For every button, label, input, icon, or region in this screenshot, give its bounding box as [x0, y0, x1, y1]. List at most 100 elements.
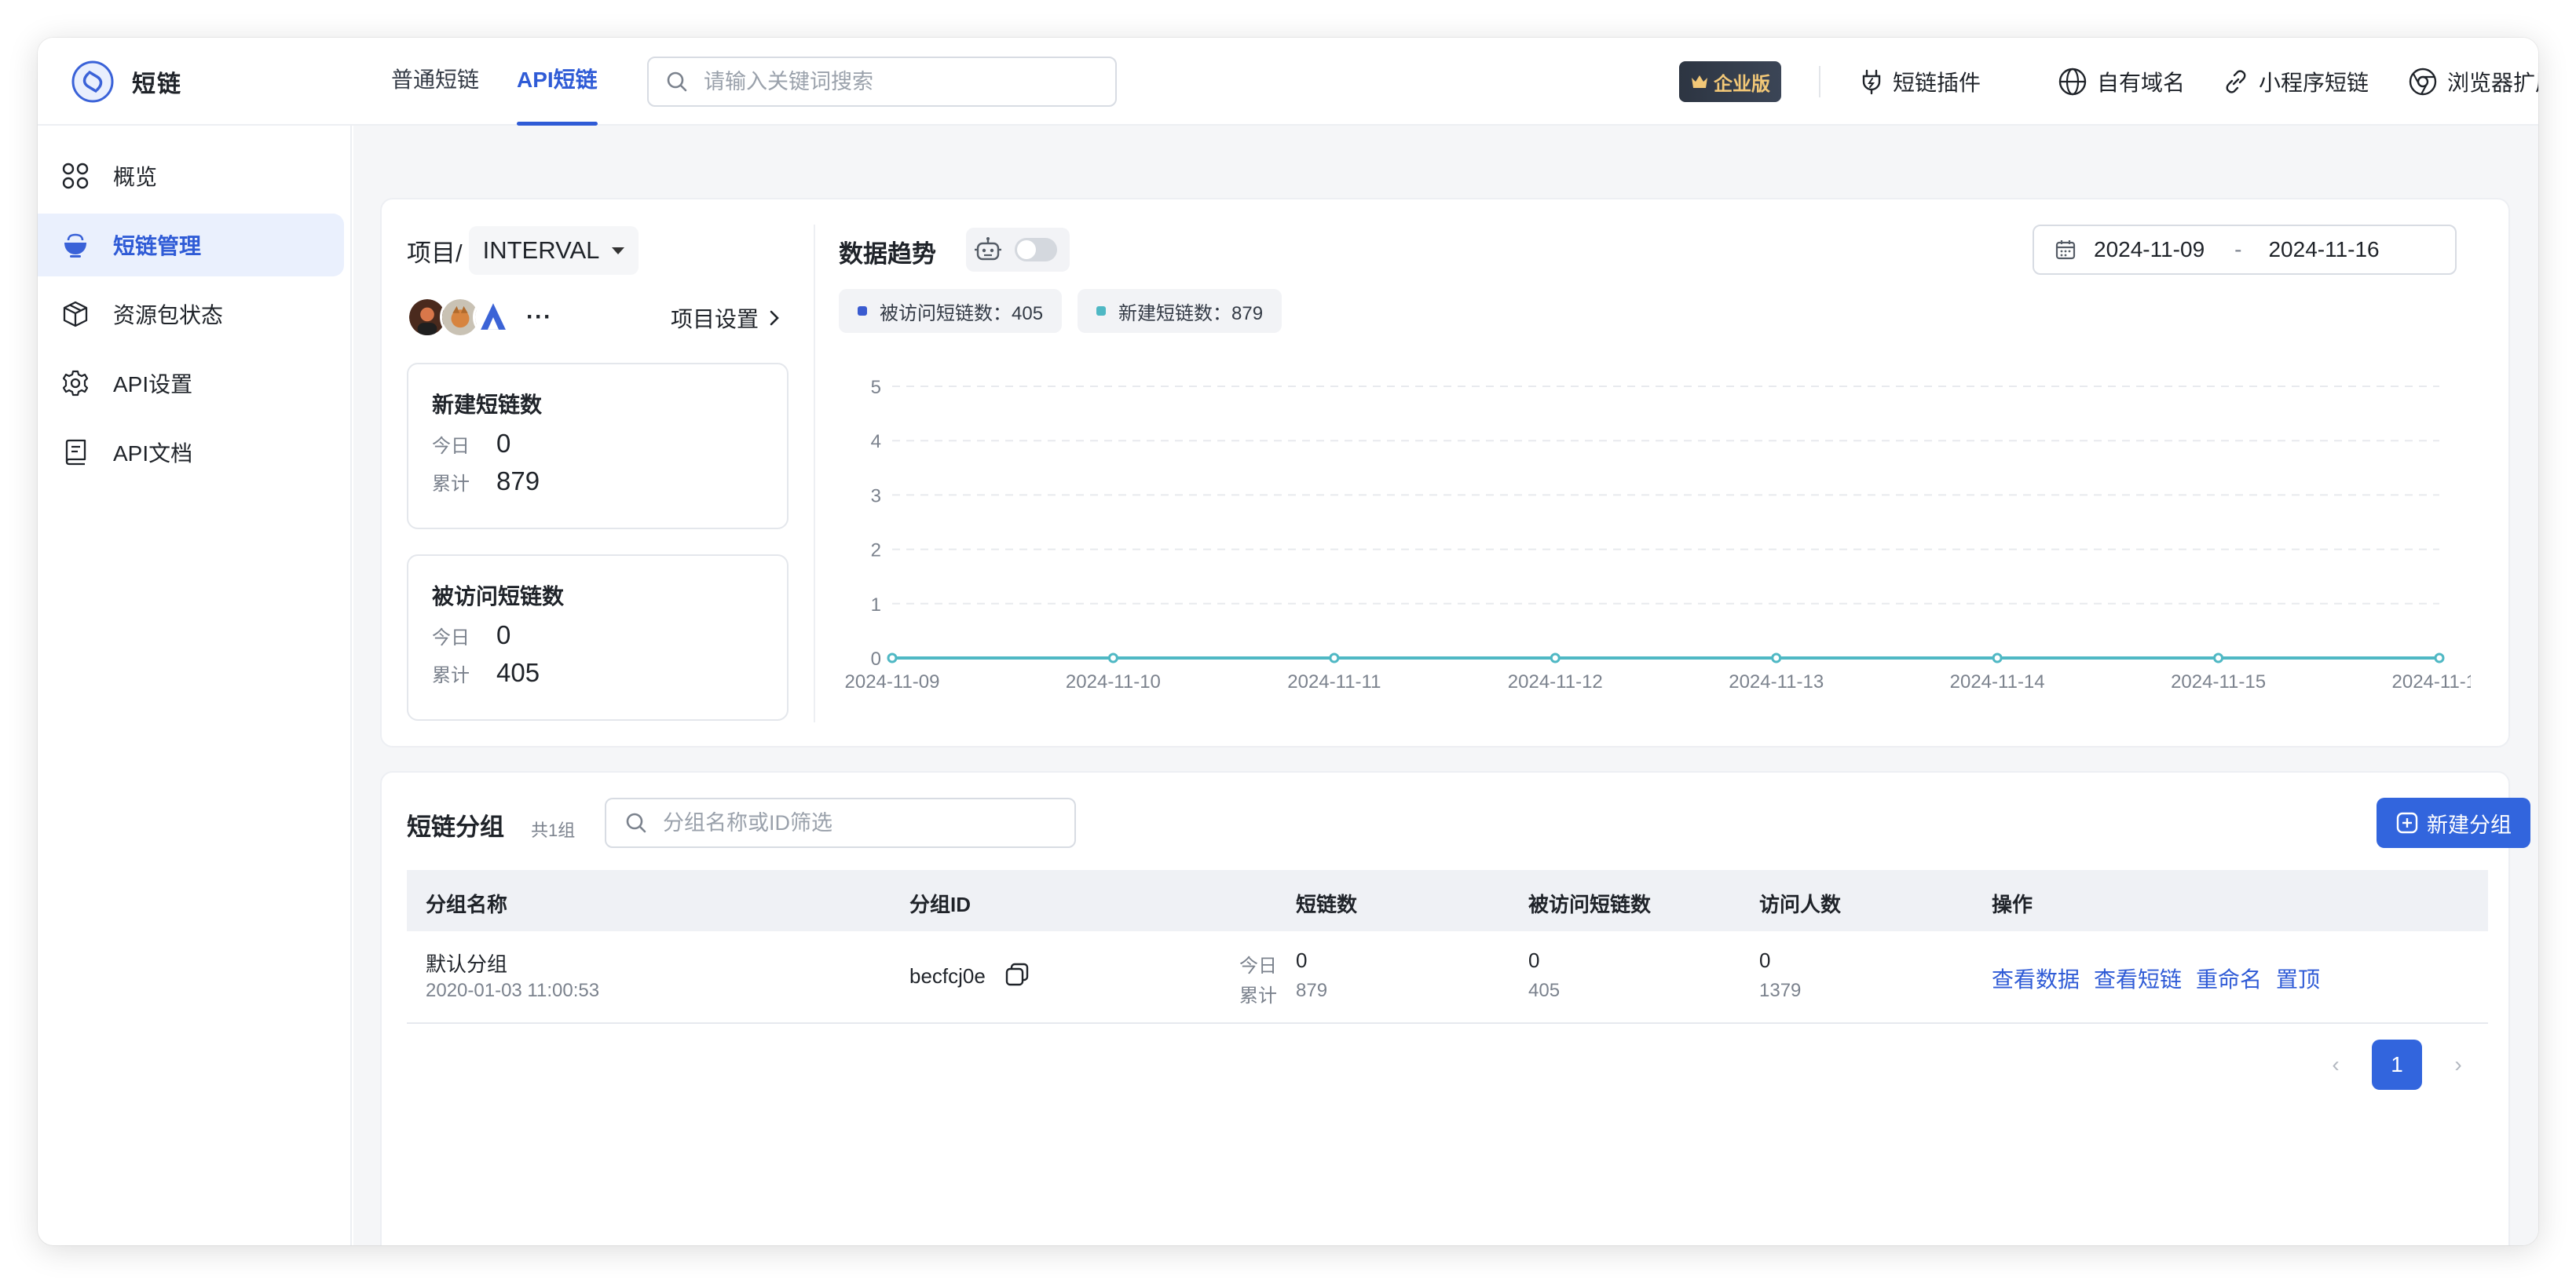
- link-plugin[interactable]: 短链插件: [1860, 60, 1981, 104]
- group-search-input[interactable]: [663, 810, 1023, 835]
- link-miniprogram[interactable]: 小程序短链: [2223, 60, 2369, 104]
- enterprise-badge[interactable]: 企业版: [1679, 61, 1781, 102]
- column-header: 被访问短链数: [1528, 893, 1652, 916]
- data-point: [2434, 652, 2445, 663]
- y-tick-label: 0: [871, 649, 881, 670]
- view-data-link[interactable]: 查看数据: [1992, 967, 2080, 992]
- pagination: ‹ 1 ›: [2311, 1040, 2483, 1090]
- stat-today-row: 今日 0: [432, 429, 510, 459]
- date-end[interactable]: 2024-11-16: [2268, 237, 2379, 262]
- brand-name: 短链: [132, 71, 182, 97]
- column-header: 短链数: [1296, 893, 1358, 916]
- stat-today-label: 今日: [432, 627, 470, 649]
- pin-top-link[interactable]: 置顶: [2276, 967, 2320, 992]
- visitors-today: 0: [1759, 949, 1771, 972]
- sidebar: 概览 短链管理 资源包状态 API设置 API文档: [38, 126, 352, 1245]
- sidebar-item-link-management[interactable]: 短链管理: [38, 214, 344, 276]
- header-divider: [1819, 66, 1820, 97]
- column-header: 访问人数: [1759, 893, 1842, 916]
- links-total: 879: [1296, 980, 1328, 1001]
- x-tick-label: 2024-11-10: [1066, 671, 1161, 693]
- ai-toggle[interactable]: [966, 228, 1070, 272]
- trend-line-chart: 0 1 2 3 4 5 2024-11-09 2024-11-10 2024-11-11 2024…: [845, 377, 2471, 693]
- today-label: 今日: [1239, 956, 1277, 977]
- group-id: becfcj0e: [909, 964, 986, 988]
- stat-today-label: 今日: [432, 436, 470, 457]
- brand-logo-icon: [71, 60, 114, 103]
- legend-swatch: [858, 306, 867, 316]
- sidebar-item-api-settings[interactable]: API设置: [38, 352, 344, 415]
- copy-icon[interactable]: [1004, 961, 1030, 988]
- column-header: 分组名称: [426, 893, 508, 916]
- project-prefix: 项目/: [407, 239, 463, 267]
- link-icon: [2226, 70, 2246, 93]
- table-row[interactable]: 默认分组 2020-01-03 11:00:53 becfcj0e 今日 累计 …: [407, 931, 2488, 1024]
- project-settings-link[interactable]: 项目设置: [671, 298, 781, 338]
- next-page-button[interactable]: ›: [2433, 1040, 2483, 1090]
- link-custom-domain[interactable]: 自有域名: [2058, 60, 2185, 104]
- member-avatars[interactable]: ···: [407, 295, 552, 339]
- search-input[interactable]: [704, 69, 1063, 94]
- legend-visited[interactable]: 被访问短链数：405: [839, 289, 1063, 333]
- crown-icon: [1692, 75, 1707, 88]
- new-group-label: 新建分组: [2427, 813, 2512, 837]
- brand[interactable]: 短链: [71, 57, 182, 107]
- legend-swatch: [1096, 306, 1106, 316]
- toggle-switch[interactable]: [1015, 238, 1057, 261]
- date-separator: -: [2234, 237, 2242, 261]
- visited-today: 0: [1528, 949, 1540, 972]
- visited-links-stat-card: 被访问短链数 今日 0 累计 405: [407, 554, 789, 721]
- sidebar-item-overview[interactable]: 概览: [38, 144, 344, 207]
- new-links-stat-card: 新建短链数 今日 0 累计 879: [407, 363, 789, 529]
- legend-new[interactable]: 新建短链数：879: [1078, 289, 1283, 333]
- date-start[interactable]: 2024-11-09: [2094, 237, 2205, 262]
- x-tick-label: 2024-11-11: [1287, 671, 1381, 693]
- search-icon: [667, 71, 687, 92]
- book-icon: [65, 439, 86, 466]
- x-tick-label: 2024-11-09: [845, 671, 940, 693]
- box-icon: [63, 301, 88, 327]
- global-search[interactable]: [647, 57, 1117, 107]
- y-tick-label: 2: [871, 540, 881, 561]
- group-created: 2020-01-03 11:00:53: [426, 980, 600, 1001]
- link-browser-extension-label: 浏览器扩展: [2447, 71, 2538, 95]
- more-members[interactable]: ···: [526, 304, 552, 331]
- group-search[interactable]: [605, 798, 1076, 848]
- data-point: [1550, 652, 1561, 663]
- calendar-icon: [2055, 240, 2076, 260]
- stat-total-value: 405: [496, 658, 540, 687]
- plus-square-icon: [2396, 812, 2418, 834]
- sidebar-item-api-docs[interactable]: API文档: [38, 421, 344, 484]
- enterprise-badge-label: 企业版: [1714, 73, 1770, 95]
- robot-icon: [975, 237, 1001, 261]
- tab-normal-links[interactable]: 普通短链: [391, 38, 479, 126]
- data-point: [1771, 652, 1782, 663]
- sidebar-item-resource-package[interactable]: 资源包状态: [38, 283, 344, 345]
- app-window: 短链 普通短链 API短链 企业版 短链插件: [38, 38, 2538, 1245]
- stat-total-label: 累计: [432, 473, 470, 495]
- sidebar-item-label: 概览: [113, 165, 158, 189]
- rename-link[interactable]: 重命名: [2196, 967, 2262, 992]
- view-links-link[interactable]: 查看短链: [2094, 967, 2182, 992]
- trend-title: 数据趋势: [839, 240, 936, 268]
- project-select[interactable]: INTERVAL: [468, 226, 639, 275]
- new-group-button[interactable]: 新建分组: [2377, 798, 2530, 848]
- prev-page-button[interactable]: ‹: [2311, 1040, 2361, 1090]
- page-button[interactable]: 1: [2372, 1040, 2422, 1090]
- total-label: 累计: [1239, 985, 1277, 1007]
- x-tick-label: 2024-11-15: [2171, 671, 2266, 693]
- date-range-picker[interactable]: 2024-11-09 - 2024-11-16: [2033, 225, 2457, 275]
- link-browser-extension[interactable]: 浏览器扩展: [2408, 60, 2538, 104]
- stat-total-value: 879: [496, 466, 540, 495]
- y-tick-label: 4: [871, 431, 881, 452]
- top-header: 短链 普通短链 API短链 企业版 短链插件: [38, 38, 2538, 126]
- x-tick-label: 2024-11-16: [2392, 671, 2471, 693]
- chrome-icon: [2409, 68, 2437, 96]
- tab-api-links[interactable]: API短链: [517, 38, 598, 126]
- x-tick-label: 2024-11-14: [1950, 671, 2045, 693]
- column-header: 操作: [1992, 893, 2033, 916]
- stat-title: 被访问短链数: [432, 584, 565, 609]
- sidebar-item-label: API设置: [113, 372, 193, 397]
- sidebar-item-label: API文档: [113, 441, 193, 466]
- data-point: [1329, 652, 1340, 663]
